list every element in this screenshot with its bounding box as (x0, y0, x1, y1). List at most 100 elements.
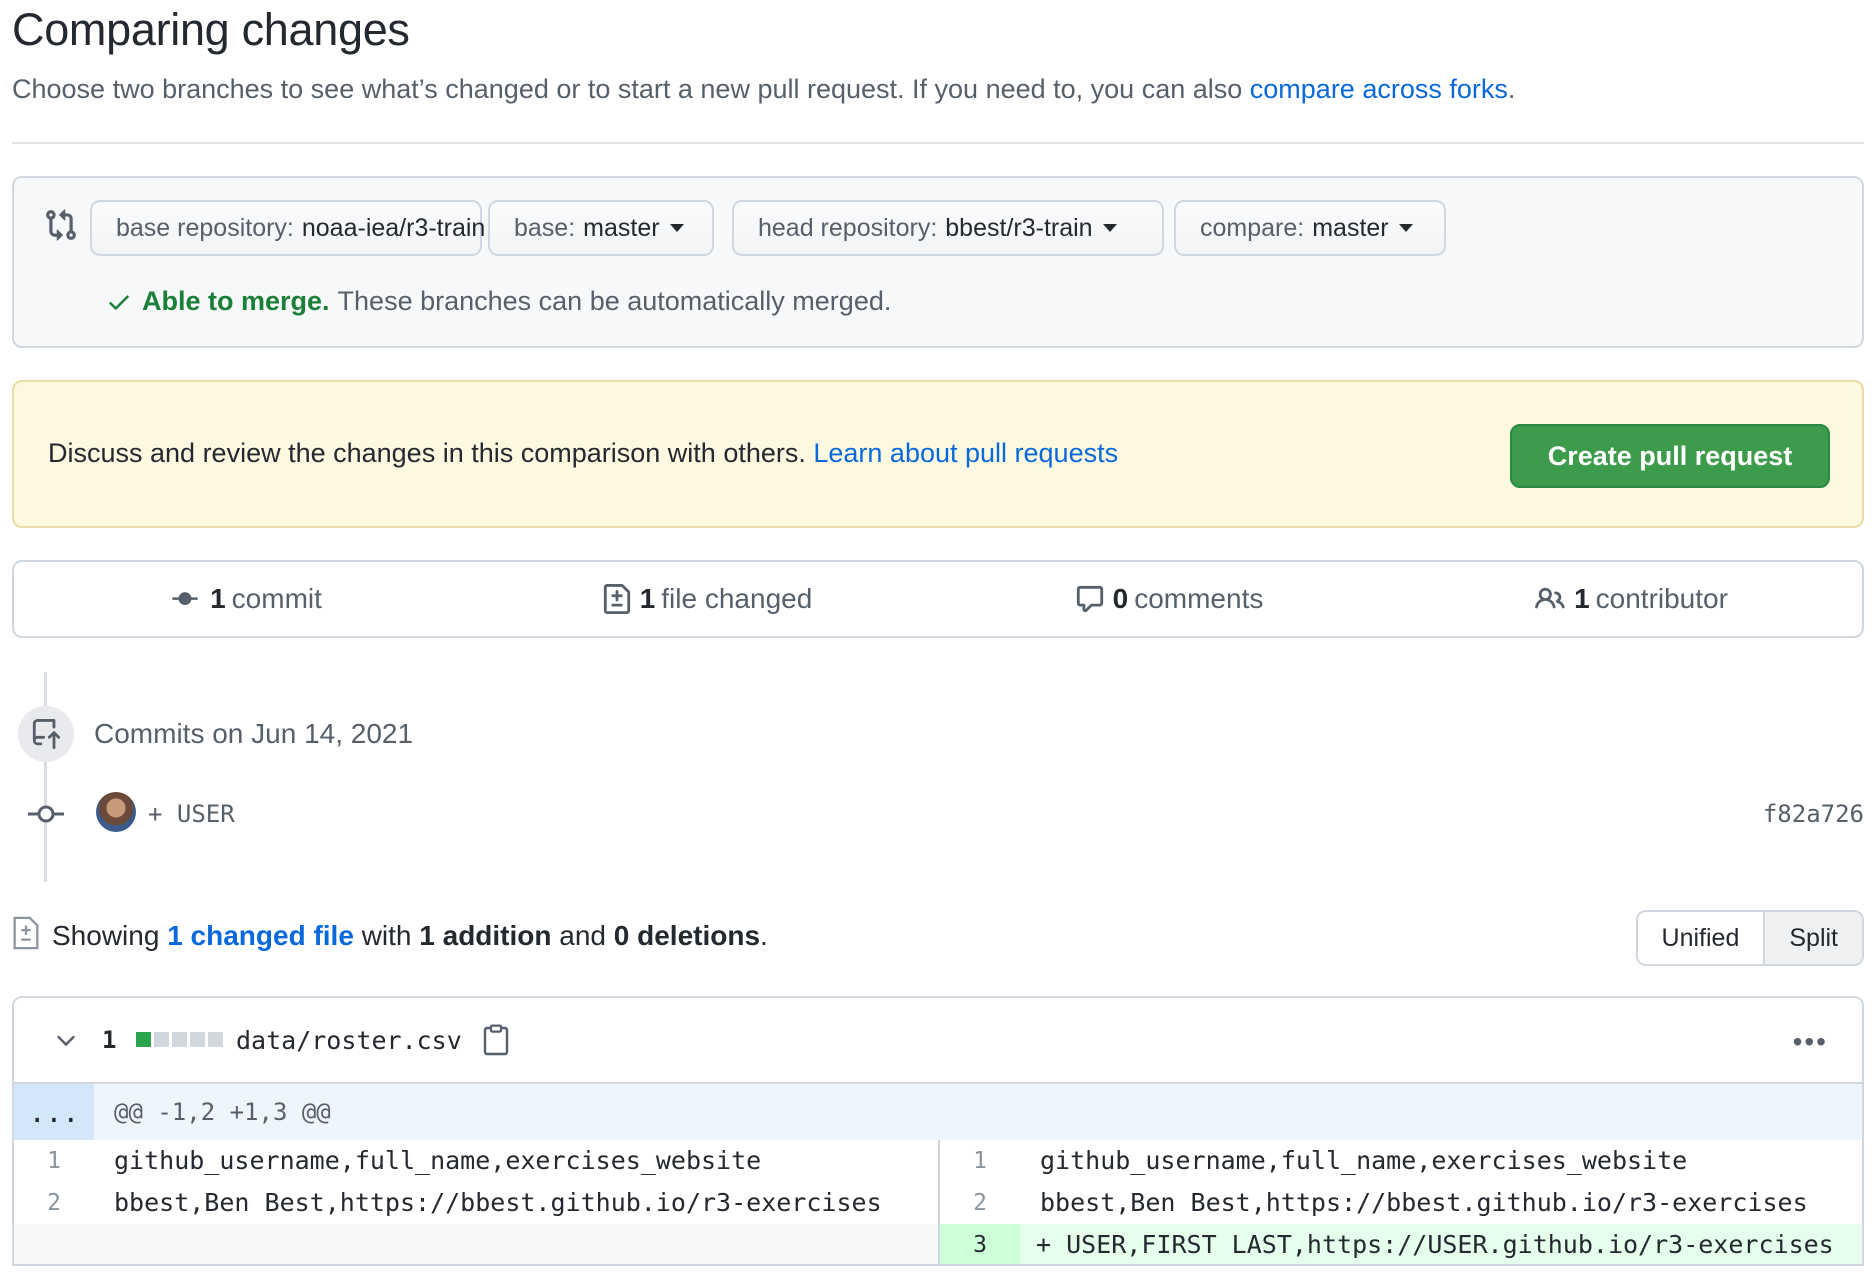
divider (12, 142, 1864, 144)
head-repository-value: bbest/r3-train (945, 213, 1093, 242)
pull-request-prompt: Discuss and review the changes in this c… (12, 380, 1864, 528)
diffstat-block-neutral (172, 1032, 187, 1047)
file-header: 1 data/roster.csv ••• (14, 998, 1862, 1084)
files-count: 1 (639, 583, 656, 614)
avatar[interactable] (96, 792, 136, 832)
create-pull-request-button[interactable]: Create pull request (1510, 424, 1830, 488)
contributors-count: 1 (1574, 583, 1590, 614)
diff-row: 2 bbest,Ben Best,https://bbest.github.io… (14, 1182, 938, 1224)
commits-label: commit (231, 583, 322, 614)
diff-left-side: 1 github_username,full_name,exercises_we… (14, 1140, 940, 1264)
commit-message-link[interactable]: + USER (148, 800, 235, 828)
comments-label: comments (1134, 583, 1264, 614)
summary-commits[interactable]: 1 commit (14, 562, 476, 636)
diffstat-count: 1 (102, 1026, 117, 1054)
compare-branch-value: master (1312, 213, 1389, 242)
line-number[interactable]: 2 (14, 1182, 94, 1224)
line-number[interactable]: 1 (940, 1140, 1020, 1182)
comment-icon (1076, 585, 1103, 613)
subtitle-text: Choose two branches to see what’s change… (12, 74, 1243, 104)
code-line: github_username,full_name,exercises_webs… (1040, 1146, 1688, 1175)
with-label: with (361, 920, 412, 951)
head-repository-label: head repository: (758, 213, 938, 242)
deletions-count: 0 deletions (613, 920, 761, 951)
file-name-link[interactable]: data/roster.csv (236, 1026, 462, 1055)
hunk-header-text: @@ -1,2 +1,3 @@ (114, 1098, 331, 1126)
page-subtitle: Choose two branches to see what’s change… (12, 74, 1515, 105)
summary-contributors[interactable]: 1 contributor (1400, 562, 1862, 636)
check-icon (109, 295, 129, 310)
base-branch-select[interactable]: base: master (488, 200, 714, 256)
toc-end: . (760, 920, 768, 951)
caret-down-icon (1398, 224, 1413, 232)
timeline-line (44, 672, 47, 882)
prompt-message: Discuss and review the changes in this c… (48, 438, 806, 468)
compare-across-forks-link[interactable]: compare across forks (1250, 74, 1508, 104)
prompt-text: Discuss and review the changes in this c… (48, 438, 1118, 469)
files-label: file changed (661, 583, 813, 614)
line-number[interactable]: 1 (14, 1140, 94, 1182)
file-actions-kebab-icon[interactable]: ••• (1793, 1026, 1828, 1058)
base-branch-label: base: (514, 213, 576, 242)
base-repository-select[interactable]: base repository: noaa-iea/r3-train (90, 200, 510, 256)
diffstat-block-neutral (190, 1032, 205, 1047)
diff-row: 1 github_username,full_name,exercises_we… (940, 1140, 1862, 1182)
subtitle-end: . (1507, 74, 1516, 104)
base-repository-value: noaa-iea/r3-train (301, 213, 486, 242)
base-branch-value: master (583, 213, 660, 242)
caret-down-icon (669, 224, 684, 232)
file-diff-icon (603, 584, 630, 614)
unified-view-button[interactable]: Unified (1637, 912, 1766, 964)
numbers-summary: 1 commit 1 file changed 0 comments 1 con… (12, 560, 1864, 638)
summary-comments[interactable]: 0 comments (938, 562, 1400, 636)
diffstat-block-neutral (154, 1032, 169, 1047)
code-line-added: + USER,FIRST LAST,https://USER.github.io… (1036, 1230, 1834, 1259)
commit-sha-link[interactable]: f82a726 (1763, 800, 1864, 828)
compare-branch-select[interactable]: compare: master (1174, 200, 1446, 256)
line-number[interactable]: 2 (940, 1182, 1020, 1224)
diff-summary: Showing 1 changed file with 1 addition a… (52, 920, 768, 952)
diff-row-empty (14, 1224, 938, 1264)
git-compare-icon (46, 209, 76, 241)
contributors-label: contributor (1595, 583, 1728, 614)
merge-status-text: These branches can be automatically merg… (337, 286, 892, 316)
summary-files[interactable]: 1 file changed (476, 562, 938, 636)
code-line: bbest,Ben Best,https://bbest.github.io/r… (1040, 1188, 1808, 1217)
comments-count: 0 (1112, 583, 1129, 614)
diffstat-bar (136, 1032, 223, 1047)
diff-right-side: 1 github_username,full_name,exercises_we… (940, 1140, 1862, 1264)
commits-count: 1 (210, 583, 226, 614)
file-diff-icon (13, 916, 39, 950)
changed-files-link[interactable]: 1 changed file (167, 920, 354, 951)
merge-status: Able to merge. These branches can be aut… (106, 286, 891, 317)
diffstat-block-neutral (208, 1032, 223, 1047)
head-repository-select[interactable]: head repository: bbest/r3-train (732, 200, 1164, 256)
diffstat-block-added (136, 1032, 151, 1047)
code-line: github_username,full_name,exercises_webs… (114, 1146, 762, 1175)
commits-date-heading: Commits on Jun 14, 2021 (94, 718, 414, 749)
range-editor: base repository: noaa-iea/r3-train base:… (12, 176, 1864, 348)
diff-row: 2 bbest,Ben Best,https://bbest.github.io… (940, 1182, 1862, 1224)
learn-pull-requests-link[interactable]: Learn about pull requests (813, 438, 1118, 468)
and-label: and (559, 920, 606, 951)
additions-count: 1 addition (419, 920, 552, 951)
compare-branch-label: compare: (1200, 213, 1305, 242)
diff-row-added: 3 + USER,FIRST LAST,https://USER.github.… (940, 1224, 1862, 1264)
merge-ok-label: Able to merge. (142, 286, 330, 316)
base-repository-label: base repository: (116, 213, 294, 242)
diff-row: 1 github_username,full_name,exercises_we… (14, 1140, 938, 1182)
expand-hunk-button[interactable]: ... (14, 1084, 94, 1140)
repo-push-icon (18, 706, 74, 762)
commit-node-icon (28, 805, 64, 823)
diff-view-toggle: Unified Split (1635, 910, 1864, 966)
copy-path-icon[interactable] (482, 1024, 510, 1056)
commit-icon (172, 592, 199, 606)
file-diff: 1 data/roster.csv ••• ... @@ -1,2 +1,3 @… (12, 996, 1864, 1266)
line-number[interactable]: 3 (940, 1224, 1020, 1264)
chevron-down-icon[interactable] (54, 1028, 78, 1052)
repo-push-glyph (32, 719, 61, 749)
split-view-button[interactable]: Split (1765, 912, 1862, 964)
code-line: bbest,Ben Best,https://bbest.github.io/r… (114, 1188, 882, 1217)
caret-down-icon (1102, 224, 1117, 232)
page-title: Comparing changes (12, 4, 410, 55)
